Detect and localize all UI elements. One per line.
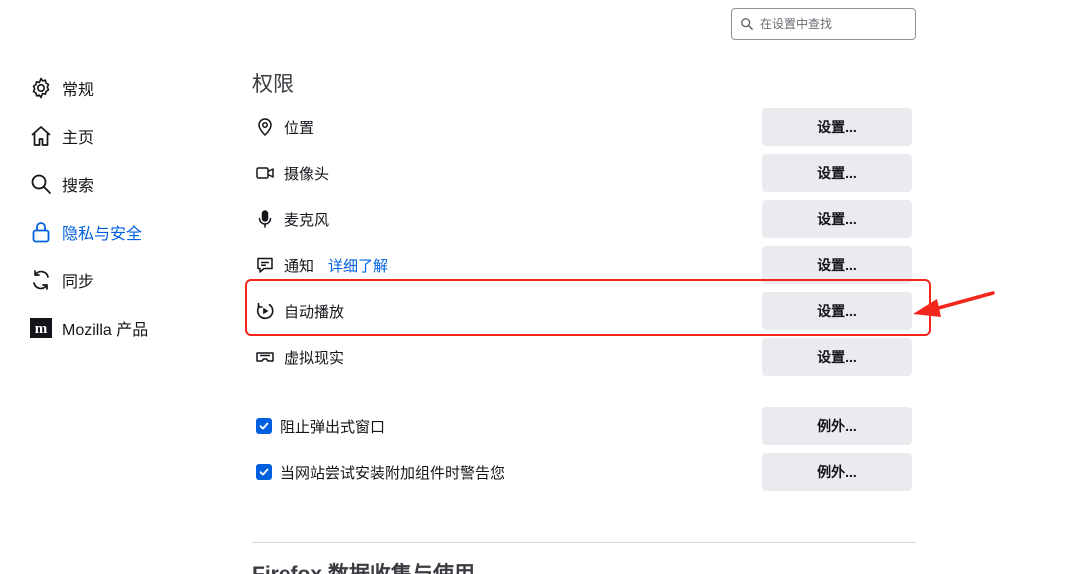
permission-row-location: 位置 设置... [252,107,912,147]
sidebar-item-label: 同步 [62,274,95,291]
lock-icon [28,219,54,245]
sidebar-item-mozilla[interactable]: m Mozilla 产品 [28,304,218,352]
svg-text:m: m [35,321,48,337]
sidebar-item-search[interactable]: 搜索 [28,160,218,208]
permission-label: 通知 [284,257,315,275]
camera-icon [252,160,278,186]
sidebar-item-general[interactable]: 常规 [28,64,218,112]
popups-exceptions-button[interactable]: 例外... [762,407,912,445]
sidebar: 常规 主页 搜索 隐私与安全 同步 m Mozilla 产品 [28,64,218,352]
notification-icon [252,252,278,278]
checkmark-icon [259,468,269,476]
sidebar-item-label: 搜索 [62,178,95,195]
sidebar-item-privacy[interactable]: 隐私与安全 [28,208,218,256]
permission-label: 摄像头 [284,165,330,183]
search-icon [28,171,54,197]
permission-row-vr: 虚拟现实 设置... [252,337,912,377]
search-box[interactable] [731,8,916,40]
data-collection-heading: Firefox 数据收集与使用 [252,558,475,574]
sidebar-item-sync[interactable]: 同步 [28,256,218,304]
annotation-highlight-box [245,279,931,336]
sidebar-item-label: Mozilla 产品 [62,322,149,339]
permission-label: 麦克风 [284,211,330,229]
permissions-heading: 权限 [252,73,294,96]
block-popups-label: 阻止弹出式窗口 [280,418,386,436]
permission-row-microphone: 麦克风 设置... [252,199,912,239]
checkmark-icon [259,422,269,430]
vr-settings-button[interactable]: 设置... [762,338,912,376]
sidebar-item-label: 主页 [62,130,95,147]
vr-headset-icon [252,344,278,370]
addon-warning-checkbox[interactable] [256,464,272,480]
sidebar-item-label: 常规 [62,82,95,99]
mozilla-icon: m [28,315,54,341]
addon-exceptions-button[interactable]: 例外... [762,453,912,491]
location-settings-button[interactable]: 设置... [762,108,912,146]
section-divider [252,542,916,543]
addon-warning-row: 当网站尝试安装附加组件时警告您 例外... [252,452,912,492]
sidebar-item-label: 隐私与安全 [62,226,143,243]
microphone-icon [252,206,278,232]
search-input[interactable] [760,17,910,31]
annotation-arrow-icon [913,291,995,317]
gear-icon [28,75,54,101]
search-icon [741,18,753,30]
camera-settings-button[interactable]: 设置... [762,154,912,192]
learn-more-link[interactable]: 详细了解 [328,255,388,276]
block-popups-checkbox[interactable] [256,418,272,434]
addon-warning-label: 当网站尝试安装附加组件时警告您 [280,464,506,482]
permission-label: 虚拟现实 [284,349,345,367]
sync-icon [28,267,54,293]
sidebar-item-home[interactable]: 主页 [28,112,218,160]
block-popups-row: 阻止弹出式窗口 例外... [252,406,912,446]
location-pin-icon [252,114,278,140]
permission-row-camera: 摄像头 设置... [252,153,912,193]
home-icon [28,123,54,149]
permission-label: 位置 [284,119,315,137]
microphone-settings-button[interactable]: 设置... [762,200,912,238]
